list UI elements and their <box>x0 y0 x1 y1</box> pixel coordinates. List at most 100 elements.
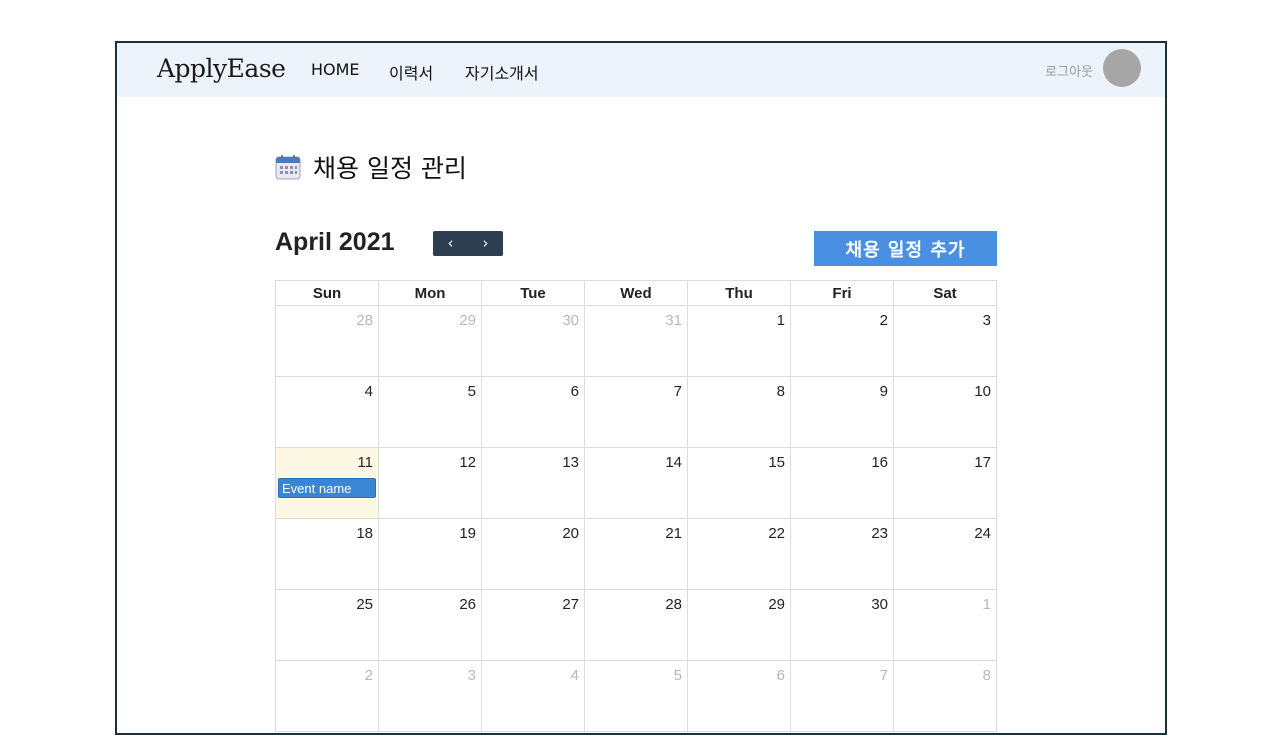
day-cell[interactable]: 11 Event name <box>275 447 379 519</box>
day-cell[interactable]: 6 <box>687 660 791 732</box>
day-number: 5 <box>673 667 682 684</box>
day-cell[interactable]: 31 <box>584 305 688 377</box>
day-cell[interactable]: 30 <box>481 305 585 377</box>
day-cell[interactable]: 3 <box>378 660 482 732</box>
day-cell[interactable]: 19 <box>378 518 482 590</box>
day-number: 21 <box>665 525 682 542</box>
day-cell[interactable]: 17 <box>893 447 997 519</box>
weekday-header: Fri <box>790 280 894 306</box>
day-cell[interactable]: 30 <box>790 589 894 661</box>
day-cell[interactable]: 1 <box>893 589 997 661</box>
day-number: 19 <box>459 525 476 542</box>
day-number: 18 <box>356 525 373 542</box>
day-cell[interactable]: 27 <box>481 589 585 661</box>
day-cell[interactable]: 5 <box>378 376 482 448</box>
day-cell[interactable]: 25 <box>275 589 379 661</box>
day-cell[interactable]: 28 <box>584 589 688 661</box>
day-number: 3 <box>467 667 476 684</box>
month-title: April 2021 <box>275 228 395 256</box>
avatar[interactable] <box>1103 49 1141 87</box>
day-number: 6 <box>776 667 785 684</box>
day-cell[interactable]: 7 <box>584 376 688 448</box>
week-row: 28 29 30 31 1 2 3 <box>275 305 997 377</box>
nav-link-resume[interactable]: 이력서 <box>389 60 433 84</box>
day-number: 4 <box>570 667 579 684</box>
top-navbar: ApplyEase HOME 이력서 자기소개서 로그아웃 <box>117 43 1165 97</box>
day-number: 22 <box>768 525 785 542</box>
day-cell[interactable]: 23 <box>790 518 894 590</box>
calendar-event[interactable]: Event name <box>278 478 376 498</box>
day-cell[interactable]: 1 <box>687 305 791 377</box>
next-month-button[interactable]: › <box>468 231 503 256</box>
day-number: 9 <box>879 383 888 400</box>
day-number: 27 <box>562 596 579 613</box>
add-schedule-button[interactable]: 채용 일정 추가 <box>814 231 997 266</box>
weekday-header: Sun <box>275 280 379 306</box>
day-number: 30 <box>562 312 579 329</box>
calendar-icon <box>275 155 301 180</box>
day-number: 2 <box>364 667 373 684</box>
day-cell[interactable]: 29 <box>378 305 482 377</box>
day-cell[interactable]: 21 <box>584 518 688 590</box>
day-cell[interactable]: 2 <box>790 305 894 377</box>
week-row: 11 Event name 12 13 14 15 16 17 <box>275 447 997 519</box>
day-cell[interactable]: 18 <box>275 518 379 590</box>
day-number: 28 <box>665 596 682 613</box>
day-cell[interactable]: 12 <box>378 447 482 519</box>
day-cell[interactable]: 4 <box>481 660 585 732</box>
day-number: 16 <box>871 454 888 471</box>
weekday-header: Sat <box>893 280 997 306</box>
day-cell[interactable]: 6 <box>481 376 585 448</box>
week-row: 4 5 6 7 8 9 10 <box>275 376 997 448</box>
day-cell[interactable]: 3 <box>893 305 997 377</box>
day-number: 23 <box>871 525 888 542</box>
day-cell[interactable]: 2 <box>275 660 379 732</box>
day-cell[interactable]: 4 <box>275 376 379 448</box>
day-cell[interactable]: 22 <box>687 518 791 590</box>
day-cell[interactable]: 20 <box>481 518 585 590</box>
nav-link-cover-letter[interactable]: 자기소개서 <box>465 60 539 84</box>
day-cell[interactable]: 5 <box>584 660 688 732</box>
day-number: 8 <box>776 383 785 400</box>
day-number: 31 <box>665 312 682 329</box>
brand-logo[interactable]: ApplyEase <box>157 54 286 83</box>
day-number: 7 <box>879 667 888 684</box>
day-cell[interactable]: 9 <box>790 376 894 448</box>
day-number: 25 <box>356 596 373 613</box>
day-cell[interactable]: 29 <box>687 589 791 661</box>
day-number: 20 <box>562 525 579 542</box>
week-row: 18 19 20 21 22 23 24 <box>275 518 997 590</box>
day-number: 28 <box>356 312 373 329</box>
month-grid: Sun Mon Tue Wed Thu Fri Sat 28 29 30 31 1 2 3 4… <box>275 280 997 732</box>
day-cell[interactable]: 8 <box>893 660 997 732</box>
day-number: 13 <box>562 454 579 471</box>
day-cell[interactable]: 16 <box>790 447 894 519</box>
weekday-header: Thu <box>687 280 791 306</box>
prev-month-button[interactable]: ‹ <box>433 231 468 256</box>
day-cell[interactable]: 7 <box>790 660 894 732</box>
page-heading: 채용 일정 관리 <box>275 149 467 185</box>
day-cell[interactable]: 14 <box>584 447 688 519</box>
day-number: 26 <box>459 596 476 613</box>
nav-link-home[interactable]: HOME <box>311 60 360 79</box>
logout-link[interactable]: 로그아웃 <box>1045 61 1093 80</box>
day-cell[interactable]: 10 <box>893 376 997 448</box>
day-cell[interactable]: 26 <box>378 589 482 661</box>
day-number: 1 <box>776 312 785 329</box>
day-number: 2 <box>879 312 888 329</box>
day-cell[interactable]: 24 <box>893 518 997 590</box>
day-cell[interactable]: 15 <box>687 447 791 519</box>
week-row: 25 26 27 28 29 30 1 <box>275 589 997 661</box>
day-number: 30 <box>871 596 888 613</box>
day-number: 1 <box>982 596 991 613</box>
day-cell[interactable]: 13 <box>481 447 585 519</box>
day-number: 29 <box>459 312 476 329</box>
day-cell[interactable]: 8 <box>687 376 791 448</box>
page-title: 채용 일정 관리 <box>313 154 467 183</box>
weekday-header: Wed <box>584 280 688 306</box>
day-number: 12 <box>459 454 476 471</box>
day-number: 3 <box>982 312 991 329</box>
day-number: 14 <box>665 454 682 471</box>
day-number: 24 <box>974 525 991 542</box>
day-cell[interactable]: 28 <box>275 305 379 377</box>
